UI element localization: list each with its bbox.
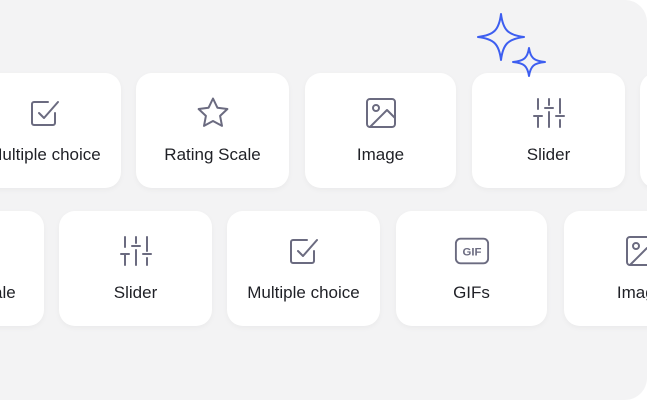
card-rating-scale[interactable]: Rating Scale: [0, 211, 44, 326]
sparkle-small-icon: [512, 47, 546, 77]
card-label: Image: [356, 145, 405, 164]
card-multiple-choice[interactable]: Multiple choice: [0, 73, 121, 188]
card-image[interactable]: Image: [305, 73, 456, 188]
card-label: Slider: [113, 283, 158, 302]
card-multiple-choice[interactable]: Multiple choice: [227, 211, 380, 326]
slider-icon: [118, 233, 154, 269]
card-label: Image: [616, 283, 647, 302]
checkbox-icon: [27, 95, 63, 131]
gif-icon: GIF: [454, 233, 490, 269]
card-slider[interactable]: Slider: [472, 73, 625, 188]
gif-badge-text: GIF: [462, 247, 481, 259]
card-gifs[interactable]: GIF GIFs: [396, 211, 547, 326]
card-partial-edge[interactable]: [640, 73, 647, 188]
question-types-panel: Multiple choice Rating Scale Image: [0, 0, 647, 400]
card-label: Slider: [526, 145, 571, 164]
star-icon: [195, 95, 231, 131]
card-rating-scale[interactable]: Rating Scale: [136, 73, 289, 188]
card-label: Rating Scale: [164, 145, 261, 164]
checkbox-icon: [286, 233, 322, 269]
slider-icon: [531, 95, 567, 131]
card-image[interactable]: Image: [564, 211, 647, 326]
image-icon: [623, 233, 647, 269]
card-label: Multiple choice: [247, 283, 360, 302]
card-slider[interactable]: Slider: [59, 211, 212, 326]
card-label: Rating Scale: [0, 283, 16, 302]
card-label: GIFs: [453, 283, 490, 302]
image-icon: [363, 95, 399, 131]
card-label: Multiple choice: [0, 145, 101, 164]
